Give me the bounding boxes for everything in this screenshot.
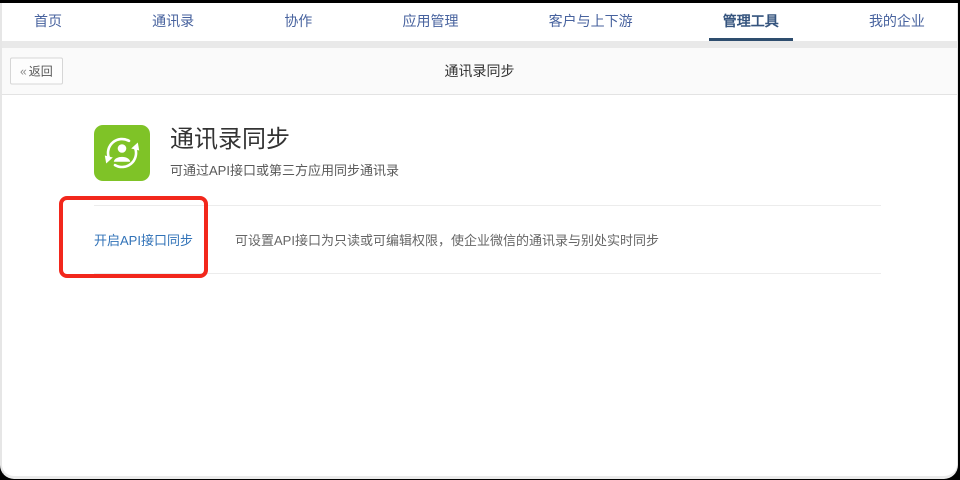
nav-item-management-tools[interactable]: 管理工具 [708,3,793,41]
app-titles: 通讯录同步 可通过API接口或第三方应用同步通讯录 [170,125,399,180]
page-gap-band [2,41,957,48]
nav-item-app-management[interactable]: 应用管理 [388,3,472,41]
api-sync-description: 可设置API接口为只读或可编辑权限，使企业微信的通讯录与别处实时同步 [235,233,659,248]
nav-item-contacts[interactable]: 通讯录 [138,3,208,41]
top-navigation: 首页 通讯录 协作 应用管理 客户与上下游 管理工具 我的企业 [2,3,957,41]
open-api-sync-link[interactable]: 开启API接口同步 [94,230,235,249]
page-subheader: « 返回 通讯录同步 [2,48,957,95]
app-header: 通讯录同步 可通过API接口或第三方应用同步通讯录 [94,125,881,181]
api-sync-setting-row: 开启API接口同步 可设置API接口为只读或可编辑权限，使企业微信的通讯录与别处… [94,205,881,274]
main-content: 通讯录同步 可通过API接口或第三方应用同步通讯录 开启API接口同步 可设置A… [2,125,957,274]
app-subtitle: 可通过API接口或第三方应用同步通讯录 [170,163,399,178]
nav-item-collaboration[interactable]: 协作 [270,3,326,41]
app-title: 通讯录同步 [170,126,290,153]
page-title: 通讯录同步 [444,63,515,79]
browser-page: 首页 通讯录 协作 应用管理 客户与上下游 管理工具 我的企业 « 返回 通讯录… [0,3,958,479]
contact-sync-icon [94,125,150,181]
nav-item-customers[interactable]: 客户与上下游 [535,3,647,41]
nav-item-my-enterprise[interactable]: 我的企业 [855,3,939,41]
nav-item-home[interactable]: 首页 [20,3,76,41]
